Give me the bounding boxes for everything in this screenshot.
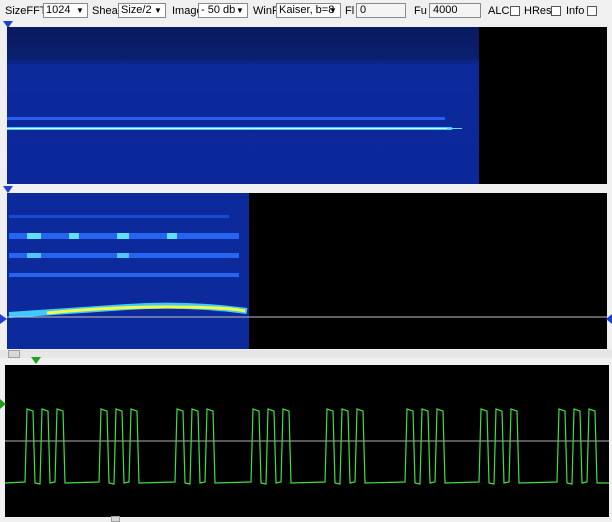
hres-label: HRes <box>524 5 552 17</box>
sizefft-label: SizeFFT <box>5 5 47 17</box>
winf-dropdown[interactable]: Kaiser, b=8 ▼ <box>276 3 341 18</box>
info-checkbox[interactable] <box>587 6 597 16</box>
shear-dropdown[interactable]: Size/2 ▼ <box>118 3 166 18</box>
hres-checkbox[interactable] <box>551 6 561 16</box>
spectrogram-panel[interactable] <box>7 27 607 184</box>
chevron-down-icon: ▼ <box>154 6 162 15</box>
spectrum-region <box>7 27 479 184</box>
sizefft-value: 1024 <box>46 4 71 16</box>
sizefft-dropdown[interactable]: 1024 ▼ <box>43 3 88 18</box>
fl-value: 0 <box>360 4 367 16</box>
chevron-down-icon: ▼ <box>236 6 244 15</box>
fu-value: 4000 <box>433 4 458 16</box>
spectrogram-plot <box>7 27 479 184</box>
alc-checkbox[interactable] <box>510 6 520 16</box>
fl-input[interactable]: 0 <box>356 3 406 18</box>
chevron-down-icon: ▼ <box>329 6 337 15</box>
right-cursor-marker-icon[interactable] <box>606 314 612 324</box>
chevron-down-icon: ▼ <box>76 6 84 15</box>
scrollbar-thumb[interactable] <box>8 350 20 358</box>
image-value: - 50 db <box>201 4 236 16</box>
fu-label: Fu <box>414 5 427 17</box>
waveform-plot <box>4 408 609 485</box>
image-dropdown[interactable]: - 50 db ▼ <box>198 3 248 18</box>
alc-label: ALC <box>488 5 510 17</box>
waveform-panel[interactable] <box>4 365 609 517</box>
bottom-scroll-thumb[interactable] <box>111 516 120 522</box>
zoom-spectrogram-panel[interactable] <box>7 193 607 349</box>
shear-value: Size/2 <box>121 4 152 16</box>
middle-marker-icon[interactable] <box>3 186 13 193</box>
shear-label: Shear <box>92 5 122 17</box>
signal-band-upper <box>7 117 445 120</box>
waveform-left-marker-icon[interactable] <box>0 399 6 409</box>
signal-band-tail <box>447 128 462 129</box>
winf-label: WinF <box>253 5 279 17</box>
fu-input[interactable]: 4000 <box>429 3 481 18</box>
waveform-marker-icon[interactable] <box>31 357 41 364</box>
zoom-spectrogram-plot <box>7 193 607 349</box>
left-cursor-marker-icon[interactable] <box>0 314 7 324</box>
waveform-trace <box>4 408 609 485</box>
fl-label: Fl <box>345 5 355 17</box>
horizontal-scrollbar[interactable] <box>0 350 612 358</box>
toolbar: SizeFFT 1024 ▼ Shear Size/2 ▼ Image - 50… <box>0 0 612 22</box>
signal-band-core <box>7 128 457 129</box>
info-label: Info <box>566 5 585 17</box>
